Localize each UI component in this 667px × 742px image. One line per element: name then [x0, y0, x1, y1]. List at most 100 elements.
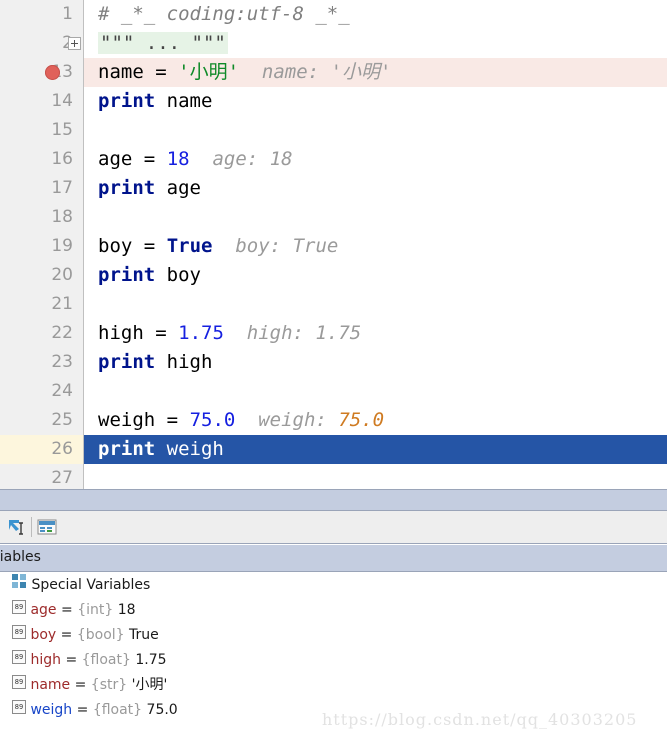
- variable-row[interactable]: 89 boy = {bool} True: [0, 623, 667, 648]
- line-number-label: 23: [51, 352, 73, 372]
- folded-docstring: """ ... """: [98, 32, 228, 54]
- code-literal: True: [167, 235, 213, 257]
- code-operator: =: [167, 409, 178, 431]
- variable-icon: 89: [12, 600, 26, 614]
- view-as-table-icon[interactable]: [36, 517, 58, 537]
- inline-hint-value: '小明': [331, 61, 392, 83]
- inline-hint-value: True: [293, 235, 339, 257]
- code-line-20[interactable]: print boy: [84, 261, 667, 290]
- variable-icon: 89: [12, 700, 26, 714]
- variables-tab-header[interactable]: riables: [0, 545, 667, 572]
- inline-hint-value: 75.0: [338, 409, 384, 431]
- variable-row[interactable]: 89 name = {str} '小明': [0, 673, 667, 698]
- code-identifier: name: [167, 90, 213, 112]
- variable-type: {float}: [82, 652, 131, 668]
- code-line-13[interactable]: name = '小明' name: '小明': [84, 58, 667, 87]
- pycharm-debug-window: 1 213 14 15 16 17 18 19 202122 23 2425 26 27 # _*_ c…: [0, 0, 667, 742]
- fold-expand-icon[interactable]: [68, 37, 81, 50]
- code-literal: 1.75: [178, 322, 224, 344]
- line-number-19[interactable]: 19: [0, 232, 83, 261]
- code-keyword: print: [98, 438, 155, 460]
- jump-to-cursor-icon[interactable]: [6, 517, 28, 537]
- editor-panel-splitter[interactable]: [0, 489, 667, 511]
- line-number-1[interactable]: 1: [0, 0, 83, 29]
- line-number-20[interactable]: 20: [0, 261, 83, 290]
- code-identifier: weigh: [167, 438, 224, 460]
- code-editor[interactable]: 1 213 14 15 16 17 18 19 202122 23 2425 26 27 # _*_ c…: [0, 0, 667, 489]
- variable-equals: =: [77, 702, 89, 718]
- variable-row[interactable]: 89 high = {float} 1.75: [0, 648, 667, 673]
- code-identifier: boy: [98, 235, 132, 257]
- code-line-23[interactable]: print high: [84, 348, 667, 377]
- variable-value: True: [129, 627, 159, 643]
- line-number-label: 16: [51, 149, 73, 169]
- line-number-27[interactable]: 27: [0, 464, 83, 489]
- code-operator: =: [144, 235, 155, 257]
- code-line-26[interactable]: print weigh: [84, 435, 667, 464]
- line-number-25[interactable]: 25: [0, 406, 83, 435]
- code-identifier: high: [98, 322, 144, 344]
- line-number-label: 14: [51, 91, 73, 111]
- code-line-17[interactable]: print age: [84, 174, 667, 203]
- line-number-label: 27: [51, 468, 73, 488]
- line-number-label: 26: [51, 439, 73, 459]
- code-keyword: print: [98, 351, 155, 373]
- line-number-16[interactable]: 16: [0, 145, 83, 174]
- breakpoint-icon[interactable]: [45, 65, 60, 80]
- line-number-14[interactable]: 14: [0, 87, 83, 116]
- variable-value: '小明': [132, 677, 168, 693]
- code-line-18[interactable]: [84, 203, 667, 232]
- line-number-22[interactable]: 22: [0, 319, 83, 348]
- variable-name: high: [30, 652, 61, 668]
- inline-hint-label: boy:: [235, 235, 281, 257]
- variable-name: name: [30, 677, 70, 693]
- variable-icon: 89: [12, 650, 26, 664]
- line-number-label: 1: [62, 4, 73, 24]
- inline-hint-label: weigh:: [258, 409, 327, 431]
- code-line-1[interactable]: # _*_ coding:utf-8 _*_: [84, 0, 667, 29]
- line-number-18[interactable]: 18: [0, 203, 83, 232]
- inline-hint-value: 18: [270, 148, 293, 170]
- line-number-15[interactable]: 15: [0, 116, 83, 145]
- line-number-26[interactable]: 26: [0, 435, 83, 464]
- code-identifier: boy: [167, 264, 201, 286]
- code-line-24[interactable]: [84, 377, 667, 406]
- debugger-toolbar[interactable]: [0, 511, 667, 544]
- code-keyword: print: [98, 90, 155, 112]
- code-identifier: age: [98, 148, 132, 170]
- line-number-gutter[interactable]: 1 213 14 15 16 17 18 19 202122 23 2425 26 27: [0, 0, 84, 489]
- code-line-14[interactable]: print name: [84, 87, 667, 116]
- inline-hint-value: 1.75: [315, 322, 361, 344]
- variable-type: {float}: [93, 702, 142, 718]
- inline-hint-label: high:: [247, 322, 304, 344]
- code-text-area[interactable]: # _*_ coding:utf-8 _*_ """ ... """ name = …: [84, 0, 667, 489]
- code-identifier: weigh: [98, 409, 155, 431]
- variable-equals: =: [65, 652, 77, 668]
- line-number-label: 17: [51, 178, 73, 198]
- line-number-label: 19: [51, 236, 73, 256]
- inline-hint-label: name:: [262, 61, 319, 83]
- code-line-21[interactable]: [84, 290, 667, 319]
- line-number-24[interactable]: 24: [0, 377, 83, 406]
- variable-name: age: [30, 602, 56, 618]
- variable-equals: =: [75, 677, 87, 693]
- code-line-27[interactable]: [84, 464, 667, 489]
- code-line-15[interactable]: [84, 116, 667, 145]
- line-number-13[interactable]: 13: [0, 58, 83, 87]
- code-identifier: high: [167, 351, 213, 373]
- code-line-25[interactable]: weigh = 75.0 weigh: 75.0: [84, 406, 667, 435]
- code-line-22[interactable]: high = 1.75 high: 1.75: [84, 319, 667, 348]
- line-number-21[interactable]: 21: [0, 290, 83, 319]
- line-number-23[interactable]: 23: [0, 348, 83, 377]
- line-number-17[interactable]: 17: [0, 174, 83, 203]
- line-number-label: 15: [51, 120, 73, 140]
- code-line-16[interactable]: age = 18 age: 18: [84, 145, 667, 174]
- code-line-19[interactable]: boy = True boy: True: [84, 232, 667, 261]
- variable-row[interactable]: 89 age = {int} 18: [0, 598, 667, 623]
- special-variables-row[interactable]: Special Variables: [0, 573, 667, 598]
- code-operator: =: [155, 322, 166, 344]
- line-number-2[interactable]: 2: [0, 29, 83, 58]
- variable-type: {bool}: [77, 627, 125, 643]
- toolbar-separator: [31, 517, 32, 537]
- code-line-2[interactable]: """ ... """: [84, 29, 667, 58]
